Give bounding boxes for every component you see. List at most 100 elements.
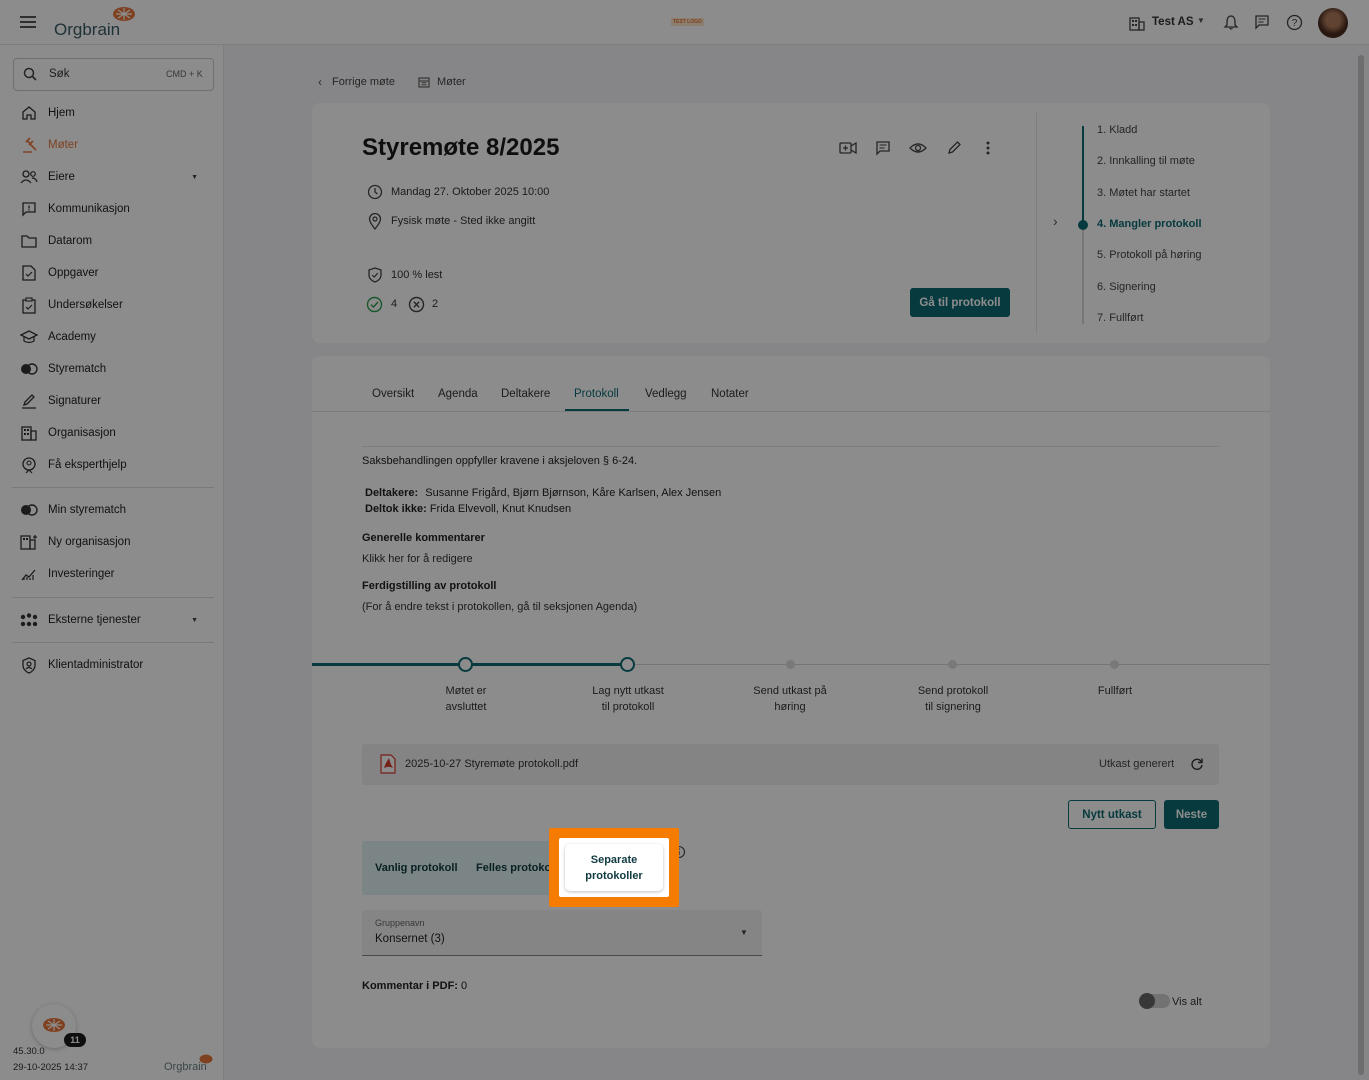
next-button[interactable]: Neste (1164, 800, 1219, 829)
sidebar-item-signaturer[interactable]: Signaturer (20, 390, 210, 412)
show-all-label: Vis alt (1172, 996, 1202, 1008)
new-draft-button[interactable]: Nytt utkast (1068, 800, 1156, 829)
status-step: 1. Kladd (1097, 124, 1138, 136)
search-input[interactable]: Søk CMD + K (13, 58, 214, 91)
match-icon (20, 360, 38, 378)
chevron-down-icon[interactable]: ▼ (1197, 16, 1205, 25)
show-all-toggle[interactable] (1139, 993, 1170, 1009)
sidebar-item-møter[interactable]: Møter (20, 134, 210, 156)
group-name-label: Gruppenavn (375, 918, 425, 928)
graduation-icon (20, 328, 38, 346)
status-step: 4. Mangler protokoll (1097, 218, 1202, 230)
tab-vedlegg[interactable]: Vedlegg (645, 388, 687, 400)
edit-icon[interactable] (945, 139, 963, 157)
tab-oversikt[interactable]: Oversikt (372, 388, 414, 400)
org-selector[interactable]: Test AS (1152, 16, 1194, 28)
progress-step-label: Lag nytt utkast til protokoll (573, 683, 683, 715)
participants-label: Deltakere: (365, 487, 419, 499)
meeting-location: Fysisk møte - Sted ikke angitt (391, 215, 536, 227)
calendar-icon (418, 76, 430, 88)
status-step: 2. Innkalling til møte (1097, 155, 1195, 167)
eye-icon[interactable] (908, 139, 928, 157)
sidebar-item-få-eksperthjelp[interactable]: Få eksperthjelp (20, 454, 210, 476)
sidebar-item-ny-organisasjon[interactable]: Ny organisasjon (20, 531, 210, 553)
participants-row: Deltakere: Susanne Frigård, Bjørn Bjørns… (365, 487, 721, 499)
more-vertical-icon[interactable] (982, 139, 994, 157)
help-icon[interactable]: ? (1285, 13, 1303, 31)
progress-step-dot-4 (948, 660, 957, 669)
general-comments-edit[interactable]: Klikk her for å redigere (362, 553, 473, 565)
location-icon (368, 213, 382, 230)
chevron-right-icon[interactable]: › (1053, 213, 1058, 229)
progress-step-label: Send utkast på høring (735, 683, 845, 715)
sidebar-item-undersøkelser[interactable]: Undersøkelser (20, 294, 210, 316)
sidebar-item-label: Styrematch (48, 363, 107, 375)
bell-icon[interactable] (1222, 13, 1240, 31)
sidebar-item-label: Oppgaver (48, 267, 99, 279)
tab-agenda[interactable]: Agenda (438, 388, 478, 400)
organization-icon[interactable] (1128, 14, 1146, 32)
sidebar-item-label: Få eksperthjelp (48, 459, 127, 471)
accepted-count: 4 (391, 298, 398, 310)
video-add-icon[interactable] (838, 139, 858, 157)
chevron-left-icon[interactable]: ‹ (318, 75, 322, 89)
status-step: 3. Møtet har startet (1097, 187, 1190, 199)
pen-icon (20, 392, 38, 410)
group-name-select[interactable]: Gruppenavn Konsernet (3) ▼ (362, 910, 762, 956)
sidebar-item-hjem[interactable]: Hjem (20, 102, 210, 124)
breadcrumb-prev-meeting[interactable]: Forrige møte (332, 76, 395, 88)
shield-user-icon (20, 656, 38, 674)
comment-in-pdf: Kommentar i PDF: 0 (362, 980, 467, 992)
svg-text:?: ? (1291, 18, 1297, 29)
read-status: 100 % lest (391, 269, 443, 281)
sidebar-item-label: Organisasjon (48, 427, 116, 439)
file-name[interactable]: 2025-10-27 Styremøte protokoll.pdf (405, 758, 578, 770)
sidebar-item-datarom[interactable]: Datarom (20, 230, 210, 252)
check-circle-icon (366, 296, 383, 313)
sidebar-item-min-styrematch[interactable]: Min styrematch (20, 499, 210, 521)
sidebar-item-kommunikasjon[interactable]: Kommunikasjon (20, 198, 210, 220)
go-to-protocol-button[interactable]: Gå til protokoll (910, 288, 1010, 317)
app-logo[interactable]: Orgbrain (54, 6, 139, 39)
menu-icon[interactable] (19, 14, 37, 30)
chat-icon[interactable] (1253, 13, 1271, 31)
sidebar-item-academy[interactable]: Academy (20, 326, 210, 348)
tab-deltakere[interactable]: Deltakere (501, 388, 550, 400)
avatar[interactable] (1318, 8, 1348, 38)
notification-badge: 11 (64, 1033, 86, 1047)
scrollbar-thumb[interactable] (1358, 55, 1364, 1075)
sidebar-divider (12, 642, 214, 643)
file-status: Utkast generert (1099, 758, 1175, 770)
status-step: 7. Fullført (1097, 312, 1144, 324)
sidebar-item-label: Eksterne tjenester (48, 614, 141, 626)
scrollbar[interactable] (1357, 55, 1365, 1075)
protocol-type-separate[interactable]: Separate protokoller (559, 838, 669, 897)
sidebar-item-external-services[interactable]: Eksterne tjenester ▼ (20, 609, 210, 631)
tab-bar-underline (312, 411, 1270, 412)
status-stepper-line-rest (1082, 224, 1084, 324)
sidebar-item-styrematch[interactable]: Styrematch (20, 358, 210, 380)
sidebar-item-client-admin[interactable]: Klientadministrator (20, 654, 210, 676)
footer-logo-brain-icon (199, 1053, 213, 1067)
protocol-type-regular[interactable]: Vanlig protokoll (375, 862, 458, 874)
progress-step-dot-3 (786, 660, 795, 669)
breadcrumb-meetings[interactable]: Møter (437, 76, 466, 88)
sidebar-item-oppgaver[interactable]: Oppgaver (20, 262, 210, 284)
protocol-type-shared[interactable]: Felles protokoll (476, 862, 557, 874)
sidebar-item-label: Datarom (48, 235, 93, 247)
sidebar-item-label: Investeringer (48, 568, 115, 580)
tab-notater[interactable]: Notater (711, 388, 749, 400)
separate-label-line1: Separate (590, 854, 638, 866)
logo-text: Orgbrain (54, 20, 121, 39)
content-separator (362, 446, 1219, 447)
sidebar-item-eiere[interactable]: Eiere ▼ (20, 166, 210, 188)
sidebar-item-investeringer[interactable]: Investeringer (20, 563, 210, 585)
sidebar-item-organisasjon[interactable]: Organisasjon (20, 422, 210, 444)
chevron-down-icon: ▼ (191, 616, 198, 624)
refresh-icon[interactable] (1190, 757, 1204, 771)
task-icon (20, 264, 38, 282)
absent-label: Deltok ikke: (365, 503, 427, 515)
comment-icon[interactable] (874, 139, 892, 157)
tab-protokoll[interactable]: Protokoll (574, 388, 619, 400)
top-bar: Orgbrain TEST LOGO Test AS ▼ ? (0, 0, 1369, 45)
